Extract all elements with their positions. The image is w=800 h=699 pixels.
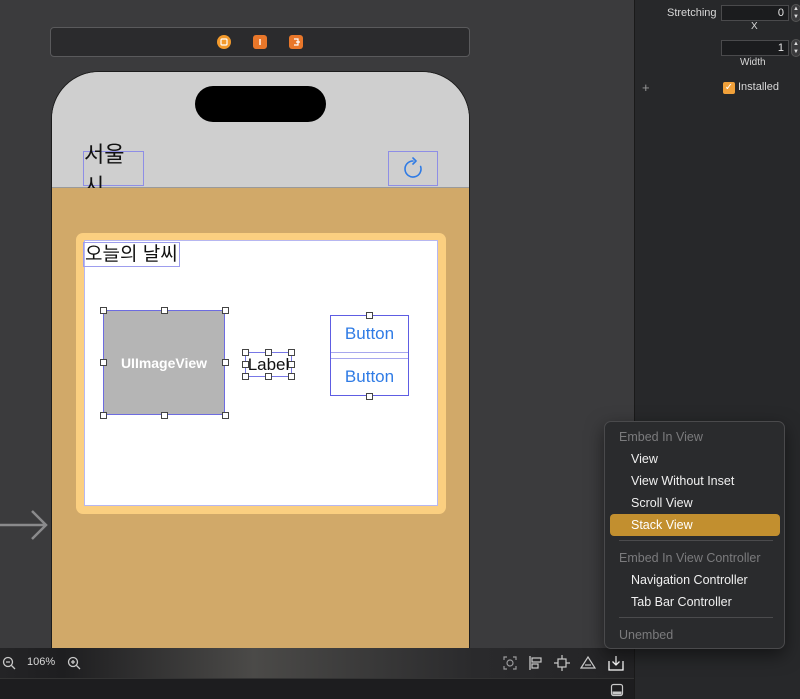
resize-handle[interactable] [242,349,249,356]
resize-handle[interactable] [265,373,272,380]
weather-card[interactable]: 오늘의 날씨 UIImageView Label Button Button [83,240,438,506]
resize-handle[interactable] [100,359,107,366]
resize-handle[interactable] [288,349,295,356]
menu-item-tab-bar-controller[interactable]: Tab Bar Controller [610,591,780,613]
menu-item-unembed: Unembed [619,628,674,642]
resize-handle[interactable] [100,412,107,419]
zoom-level: 106% [27,656,56,668]
menu-header-embed-in-view: Embed In View [619,430,703,444]
resize-handle[interactable] [222,412,229,419]
resize-handle[interactable] [222,307,229,314]
stack-spacing [331,352,408,359]
resize-handle[interactable] [242,373,249,380]
arrow-right-icon [0,510,48,540]
refresh-button[interactable] [388,151,438,186]
stretching-x-field[interactable]: 0 [721,5,789,21]
storyboard-canvas[interactable]: 서울시 오늘의 날씨 UIImageView Label Button Butt… [0,0,634,648]
stretching-label: Stretching [667,7,717,19]
resize-handle[interactable] [222,359,229,366]
resize-handle[interactable] [366,393,373,400]
iphone-scene: 서울시 오늘의 날씨 UIImageView Label Button Butt… [51,71,470,648]
weather-card-border: 오늘의 날씨 UIImageView Label Button Button [76,233,446,514]
width-stepper[interactable]: ▲ ▼ [791,39,800,57]
stack-button-2[interactable]: Button [331,359,408,395]
stretching-x-stepper[interactable]: ▲ ▼ [791,4,800,22]
zoom-out-icon[interactable] [2,656,16,670]
canvas-bottom-bar: 106% [0,648,634,678]
embed-in-menu: Embed In View View View Without Inset Sc… [604,421,785,649]
resize-handle[interactable] [265,349,272,356]
menu-item-view[interactable]: View [610,448,780,470]
resolve-issues-icon[interactable] [579,654,597,672]
resize-handle[interactable] [100,307,107,314]
width-field[interactable]: 1 [721,40,789,56]
menu-item-view-without-inset[interactable]: View Without Inset [610,470,780,492]
menu-header-embed-in-view-controller: Embed In View Controller [619,551,761,565]
dynamic-island [195,86,326,122]
menu-item-scroll-view[interactable]: Scroll View [610,492,780,514]
nav-title-box[interactable]: 서울시 [83,142,144,199]
resize-handle[interactable] [161,412,168,419]
embed-in-icon[interactable] [607,654,625,672]
exit-icon[interactable] [289,35,303,49]
plus-icon[interactable]: + [642,80,650,95]
stack-button-1[interactable]: Button [331,316,408,352]
toggle-panel-icon[interactable] [610,683,624,697]
menu-separator [619,617,773,618]
x-label: X [751,21,758,32]
scene-dock [50,27,470,57]
debug-area-strip [0,678,634,699]
menu-item-stack-view[interactable]: Stack View [610,514,780,536]
button-stack[interactable]: Button Button [330,315,409,396]
first-responder-icon[interactable] [253,35,267,49]
refresh-icon [404,156,422,178]
zoom-in-icon[interactable] [67,656,81,670]
installed-label: Installed [738,81,779,93]
installed-checkbox[interactable]: ✓ [723,82,735,94]
resize-handle[interactable] [366,312,373,319]
update-frames-icon[interactable] [501,654,519,672]
image-view-placeholder: UIImageView [120,354,208,371]
resize-handle[interactable] [288,361,295,368]
content-view[interactable]: 오늘의 날씨 UIImageView Label Button Button [52,188,469,648]
menu-separator [619,540,773,541]
resize-handle[interactable] [242,361,249,368]
align-icon[interactable] [527,654,545,672]
resize-handle[interactable] [161,307,168,314]
view-controller-icon[interactable] [217,35,231,49]
width-label: Width [740,57,766,68]
weather-title[interactable]: 오늘의 날씨 [83,242,180,267]
resize-handle[interactable] [288,373,295,380]
menu-item-navigation-controller[interactable]: Navigation Controller [610,569,780,591]
image-view[interactable]: UIImageView [103,310,225,415]
add-constraints-icon[interactable] [553,654,571,672]
